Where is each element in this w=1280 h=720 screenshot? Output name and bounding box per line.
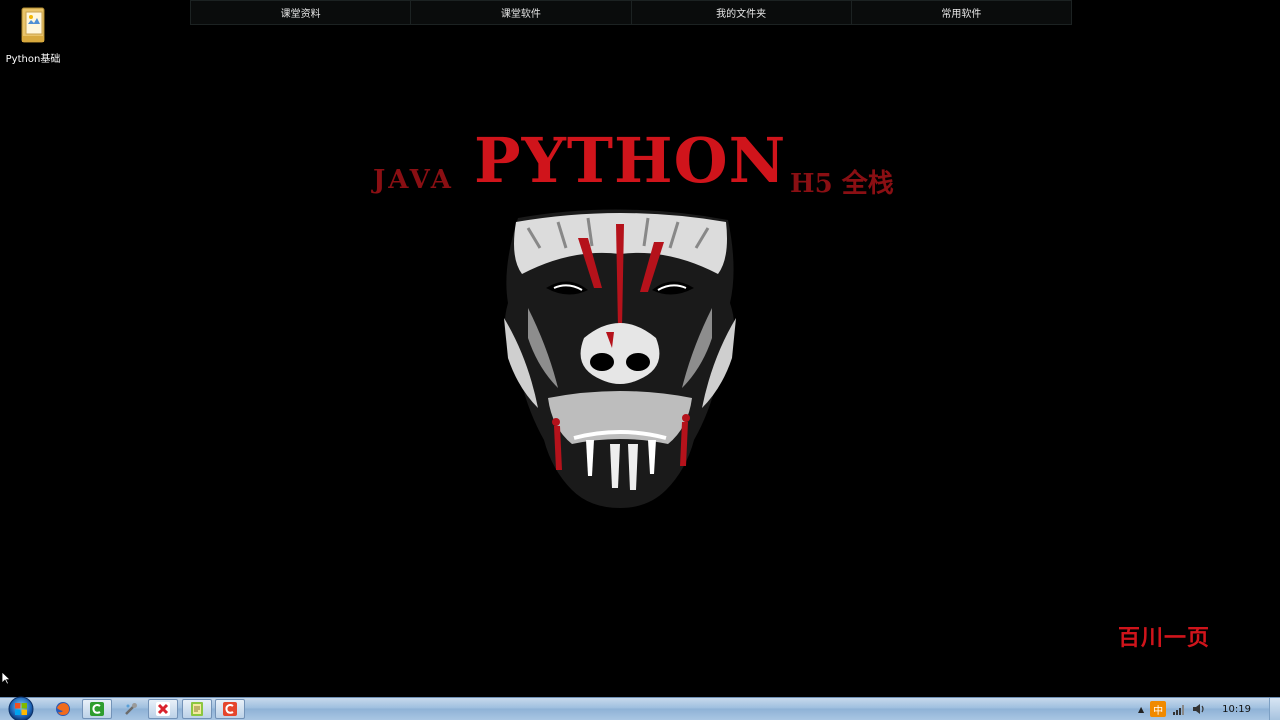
gorilla-face-graphic	[504, 209, 736, 508]
wallpaper-title-java: JAVA	[373, 165, 454, 195]
firefox-icon	[56, 702, 70, 716]
toolbar-item-common-software[interactable]: 常用软件	[852, 1, 1071, 24]
mouse-cursor-icon	[1, 671, 11, 685]
camtasia-red-icon	[223, 702, 237, 716]
taskbar-firefox-button[interactable]	[48, 699, 78, 719]
desktop: 课堂资料 课堂软件 我的文件夹 常用软件 Python基础 JAVA PYTHO…	[0, 0, 1280, 720]
show-hidden-icons-button[interactable]: ▲	[1138, 705, 1144, 714]
wallpaper-title-h5: H5 全栈	[790, 169, 894, 199]
taskbar-clock[interactable]: 10:19	[1222, 704, 1251, 715]
tool-icon	[125, 703, 137, 715]
taskbar-camtasia-green-button[interactable]	[82, 699, 112, 719]
camtasia-green-icon	[90, 702, 104, 716]
wallpaper-title: JAVA PYTHON H5 全栈	[370, 120, 910, 200]
toolbar-item-my-folder[interactable]: 我的文件夹	[632, 1, 852, 24]
taskbar-camtasia-red-button[interactable]	[215, 699, 245, 719]
taskbar-xmind-button[interactable]	[148, 699, 178, 719]
ime-indicator[interactable]: 中	[1150, 701, 1167, 717]
xmind-icon	[156, 702, 170, 716]
wallpaper-brand: 百川一页	[1118, 625, 1211, 651]
desktop-icon-python-basics[interactable]: Python基础	[2, 6, 64, 65]
taskbar-tool-button[interactable]	[116, 699, 146, 719]
toolbar-item-course-software[interactable]: 课堂软件	[411, 1, 632, 24]
taskbar: ▲ 中 10:19	[0, 695, 1280, 720]
folder-icon	[21, 7, 45, 43]
show-desktop-button[interactable]	[1269, 698, 1280, 720]
desktop-icon-label: Python基础	[5, 54, 61, 65]
network-icon[interactable]	[1172, 703, 1186, 715]
volume-icon[interactable]	[1192, 703, 1206, 715]
wallpaper-title-python: PYTHON	[474, 124, 787, 197]
notepad-icon	[191, 702, 203, 716]
toolbar-item-course-materials[interactable]: 课堂资料	[191, 1, 412, 24]
windows-start-icon[interactable]	[6, 695, 36, 720]
folder-toolbar: 课堂资料 课堂软件 我的文件夹 常用软件	[190, 0, 1072, 25]
system-tray: ▲ 中 10:19	[1138, 698, 1280, 720]
taskbar-notepad-button[interactable]	[182, 699, 212, 719]
